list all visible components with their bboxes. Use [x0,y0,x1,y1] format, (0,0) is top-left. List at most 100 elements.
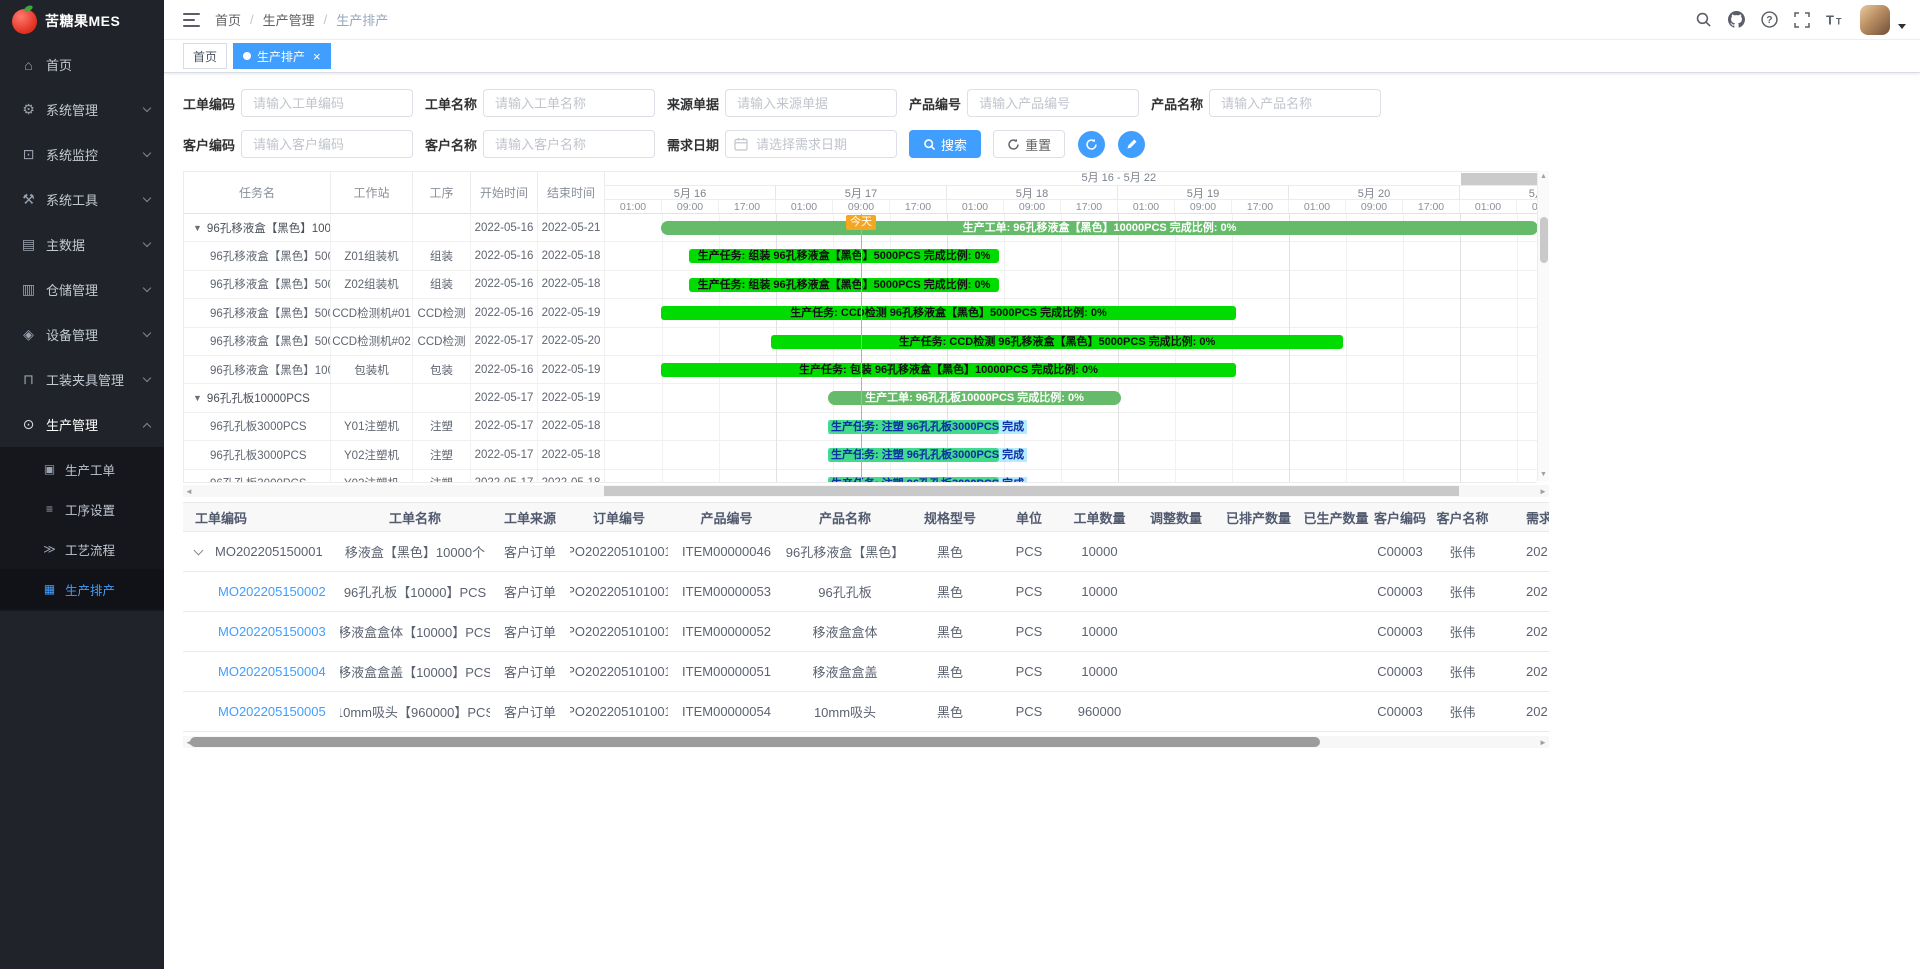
gantt-task-name[interactable]: ▼96孔孔板10000PCS [184,384,331,411]
edit-circle-button[interactable] [1118,131,1145,158]
expand-triangle-icon[interactable]: ▼ [193,393,202,403]
table-row[interactable]: MO20220515000296孔孔板【10000】PCS客户订单PO20220… [183,572,1549,612]
gantt-task-name[interactable]: 96孔移液盒【黑色】5000PCS [184,271,331,298]
sidebar-item-system-admin[interactable]: ⚙系统管理 [0,87,164,132]
order-code-link[interactable]: MO202205150004 [218,664,326,679]
gantt-task-name[interactable]: ▼96孔移液盒【黑色】10000PCS [184,214,331,241]
fullscreen-icon[interactable] [1794,12,1810,28]
sidebar-subitem-scheduling[interactable]: ▦生产排产 [0,569,164,609]
breadcrumb-separator: / [324,12,328,27]
sidebar-item-warehouse[interactable]: ▥仓储管理 [0,267,164,312]
font-size-icon[interactable]: TT [1826,12,1844,28]
gantt-task-name[interactable]: 96孔移液盒【黑色】5000PCS [184,242,331,269]
gantt-task-name[interactable]: 96孔移液盒【黑色】10000PCS [184,356,331,383]
orders-table: 工单编码工单名称工单来源订单编号产品编号产品名称规格型号单位工单数量调整数量已排… [183,502,1549,732]
product-code-input[interactable] [967,89,1139,117]
gantt-task-name[interactable]: 96孔孔板3000PCS [184,413,331,440]
tab-production-scheduling[interactable]: 生产排产× [233,43,331,69]
expand-triangle-icon[interactable]: ▼ [193,223,202,233]
gantt-vertical-scrollbar[interactable]: ▲ ▼ [1537,171,1549,481]
gantt-day-label: 5月 18 [947,186,1118,200]
customer-name-input[interactable] [483,130,655,158]
orders-cell [1136,692,1216,731]
orders-horizontal-scrollbar[interactable]: ◄ ► [183,736,1549,748]
breadcrumb-item[interactable]: 首页 [215,10,241,29]
filter-label: 产品名称 [1151,94,1203,113]
sidebar-item-system-tools[interactable]: ⚒系统工具 [0,177,164,222]
work-order-code-input[interactable] [241,89,413,117]
chevron-down-icon[interactable] [1898,24,1906,29]
production-icon: ⊙ [20,416,37,433]
sidebar-item-home[interactable]: ⌂首页 [0,42,164,87]
gantt-task-name[interactable]: 96孔孔板3000PCS [184,470,331,482]
gantt-bar-label: 生产任务: 注塑 96孔孔板3000PCS 完成 [828,477,1027,482]
gantt-bar-task[interactable]: 生产任务: 注塑 96孔孔板3000PCS 完成 [828,448,999,462]
sidebar-item-master-data[interactable]: ▤主数据 [0,222,164,267]
gantt-bar-workorder[interactable]: 生产工单: 96孔移液盒【黑色】10000PCS 完成比例: 0% [661,221,1538,235]
gantt-end-time: 2022-05-19 [538,299,605,326]
orders-cell: 96孔孔板【10000】PCS [340,572,490,611]
gantt-bar-task[interactable]: 生产任务: 注塑 96孔孔板3000PCS 完成 [828,477,999,482]
chevron-down-icon[interactable] [194,545,204,555]
scroll-right-icon[interactable]: ► [1537,736,1549,748]
gantt-bar-task[interactable]: 生产任务: 注塑 96孔孔板3000PCS 完成 [828,420,999,434]
sidebar-item-fixture[interactable]: ⊓工装夹具管理 [0,357,164,402]
sidebar-submenu: ▣生产工单≡工序设置≫工艺流程▦生产排产 [0,447,164,611]
sidebar-item-production[interactable]: ⊙生产管理 [0,402,164,447]
gantt-bar-task[interactable]: 生产任务: CCD检测 96孔移液盒【黑色】5000PCS 完成比例: 0% [771,335,1343,349]
gantt-row-timeline: 生产任务: 组装 96孔移液盒【黑色】5000PCS 完成比例: 0% [605,242,1538,269]
tab-home[interactable]: 首页 [183,43,227,69]
gantt-bar-task[interactable]: 生产任务: 组装 96孔移液盒【黑色】5000PCS 完成比例: 0% [689,249,999,263]
scroll-up-icon[interactable]: ▲ [1540,173,1547,181]
github-icon[interactable] [1728,11,1745,28]
source-doc-input[interactable] [725,89,897,117]
gantt-hour-label: 09:00 [1004,200,1061,214]
question-icon[interactable]: ? [1761,11,1778,28]
sync-icon [1085,138,1098,151]
gantt-task-name[interactable]: 96孔孔板3000PCS [184,441,331,468]
gantt-bar-task[interactable]: 生产任务: 包装 96孔移液盒【黑色】10000PCS 完成比例: 0% [661,363,1236,377]
orders-column-header: 客户名称 [1429,503,1496,531]
customer-code-input[interactable] [241,130,413,158]
orders-cell: 客户订单 [490,692,570,731]
table-row[interactable]: MO202205150001移液盒【黑色】10000个客户订单PO2022051… [183,532,1549,572]
sidebar-item-equipment[interactable]: ◈设备管理 [0,312,164,357]
order-code-link[interactable]: MO202205150002 [218,584,326,599]
product-name-input[interactable] [1209,89,1381,117]
gantt-task-name[interactable]: 96孔移液盒【黑色】5000PCS [184,328,331,355]
gantt-bar-task[interactable]: 生产任务: CCD检测 96孔移液盒【黑色】5000PCS 完成比例: 0% [661,306,1236,320]
table-row[interactable]: MO202205150004移液盒盒盖【10000】PCS客户订单PO20220… [183,652,1549,692]
refresh-circle-button[interactable] [1078,131,1105,158]
breadcrumb-item[interactable]: 生产管理 [263,10,315,29]
sidebar-subitem-work-order[interactable]: ▣生产工单 [0,449,164,489]
reset-button[interactable]: 重置 [993,130,1065,158]
order-code-link[interactable]: MO202205150005 [218,704,326,719]
scroll-right-icon[interactable]: ► [1537,485,1549,497]
sidebar-subitem-process-flow[interactable]: ≫工艺流程 [0,529,164,569]
database-icon: ▤ [20,236,37,253]
search-icon[interactable] [1695,11,1712,28]
scroll-left-icon[interactable]: ◄ [183,485,195,497]
sidebar-subitem-process-settings[interactable]: ≡工序设置 [0,489,164,529]
sidebar-item-system-monitor[interactable]: ⊡系统监控 [0,132,164,177]
orders-cell: 黑色 [905,532,995,571]
gantt-row-timeline: 生产任务: 注塑 96孔孔板3000PCS 完成 [605,470,1538,482]
filter-field-product-name: 产品名称 [1151,89,1381,117]
gantt-vscroll-thumb[interactable] [1540,217,1548,263]
table-row[interactable]: MO202205150003移液盒盒体【10000】PCS客户订单PO20220… [183,612,1549,652]
gantt-task-name[interactable]: 96孔移液盒【黑色】5000PCS [184,299,331,326]
gantt-hscroll-thumb[interactable] [604,486,1459,496]
work-order-name-input[interactable] [483,89,655,117]
table-row[interactable]: MO20220515000510mm吸头【960000】PCS客户订单PO202… [183,692,1549,732]
scroll-down-icon[interactable]: ▼ [1540,471,1547,479]
gantt-horizontal-scrollbar[interactable]: ◄ ► [183,485,1549,497]
gantt-bar-workorder[interactable]: 生产工单: 96孔孔板10000PCS 完成比例: 0% [828,391,1121,405]
avatar[interactable] [1860,5,1890,35]
orders-hscroll-thumb[interactable] [190,737,1320,747]
order-code-link[interactable]: MO202205150003 [218,624,326,639]
search-button[interactable]: 搜索 [909,130,981,158]
gantt-bar-task[interactable]: 生产任务: 组装 96孔移液盒【黑色】5000PCS 完成比例: 0% [689,278,999,292]
due-date-input[interactable] [725,130,897,158]
sidebar-toggle-icon[interactable] [164,13,215,27]
tab-close-icon[interactable]: × [313,50,321,63]
